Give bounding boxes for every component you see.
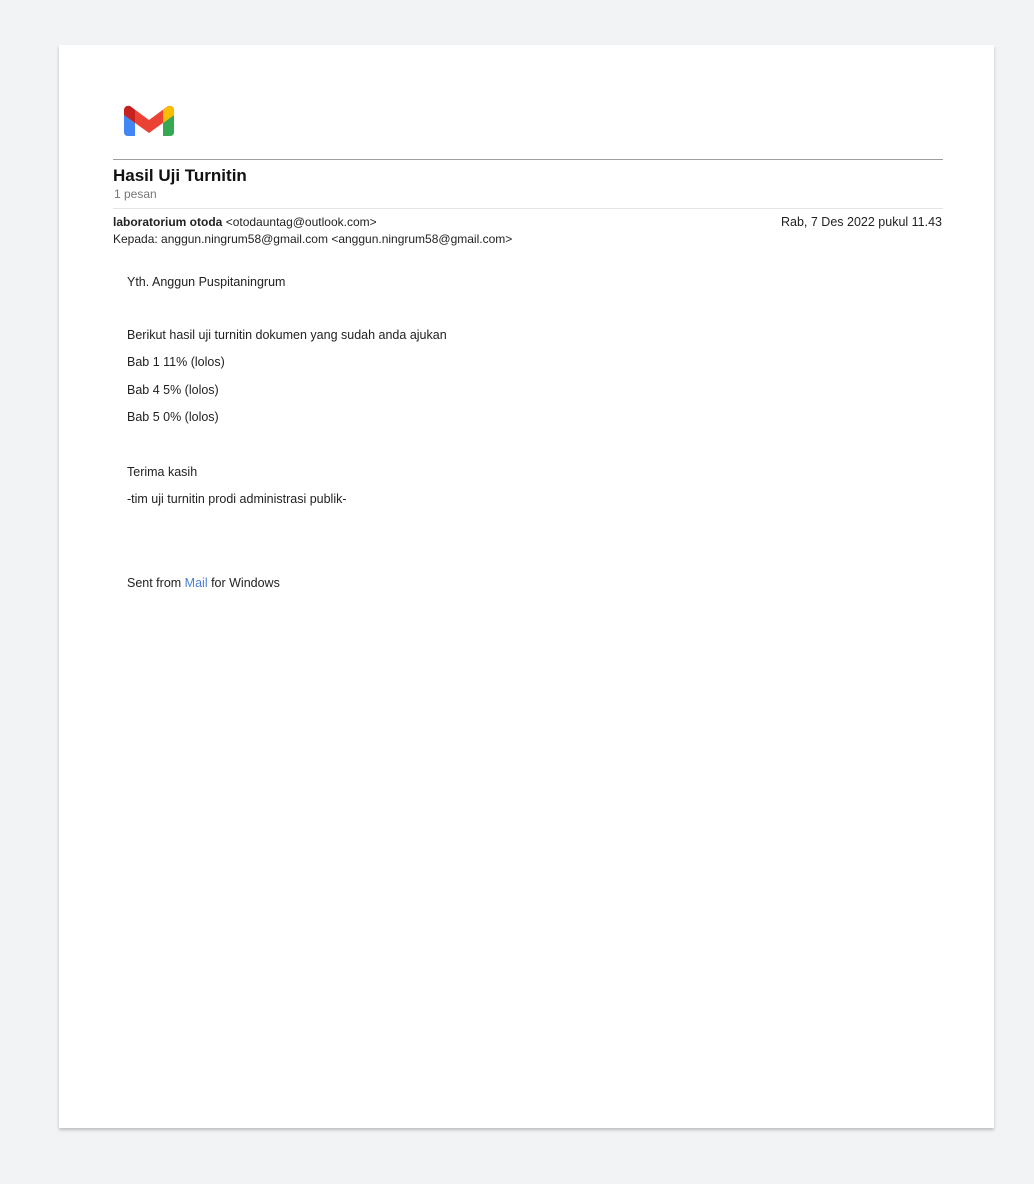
sent-from-line: Sent from Mail for Windows: [127, 576, 280, 590]
greeting-text: Yth. Anggun Puspitaningrum: [127, 275, 286, 289]
message-count: 1 pesan: [114, 187, 157, 201]
gmail-logo-icon: [124, 105, 174, 136]
mail-link[interactable]: Mail: [185, 576, 208, 590]
sent-from-suffix: for Windows: [207, 576, 280, 590]
result-line: Bab 4 5% (lolos): [127, 383, 219, 397]
thread-divider: [113, 208, 943, 209]
result-line: Bab 1 11% (lolos): [127, 355, 225, 369]
header-divider: [113, 159, 943, 160]
sender-email: <otodauntag@outlook.com>: [225, 215, 377, 229]
intro-text: Berikut hasil uji turnitin dokumen yang …: [127, 328, 447, 342]
email-subject: Hasil Uji Turnitin: [113, 166, 247, 185]
thanks-text: Terima kasih: [127, 465, 198, 479]
sender-line: laboratorium otoda <otodauntag@outlook.c…: [113, 215, 377, 229]
print-viewer: Hasil Uji Turnitin 1 pesan laboratorium …: [6, 6, 1034, 1184]
result-line: Bab 5 0% (lolos): [127, 410, 219, 424]
email-print-page: Hasil Uji Turnitin 1 pesan laboratorium …: [59, 45, 994, 1128]
sent-date: Rab, 7 Des 2022 pukul 11.43: [781, 215, 942, 229]
sender-name: laboratorium otoda: [113, 215, 223, 229]
signature-text: -tim uji turnitin prodi administrasi pub…: [127, 492, 347, 506]
recipient-line: Kepada: anggun.ningrum58@gmail.com <angg…: [113, 232, 513, 246]
sent-from-prefix: Sent from: [127, 576, 185, 590]
